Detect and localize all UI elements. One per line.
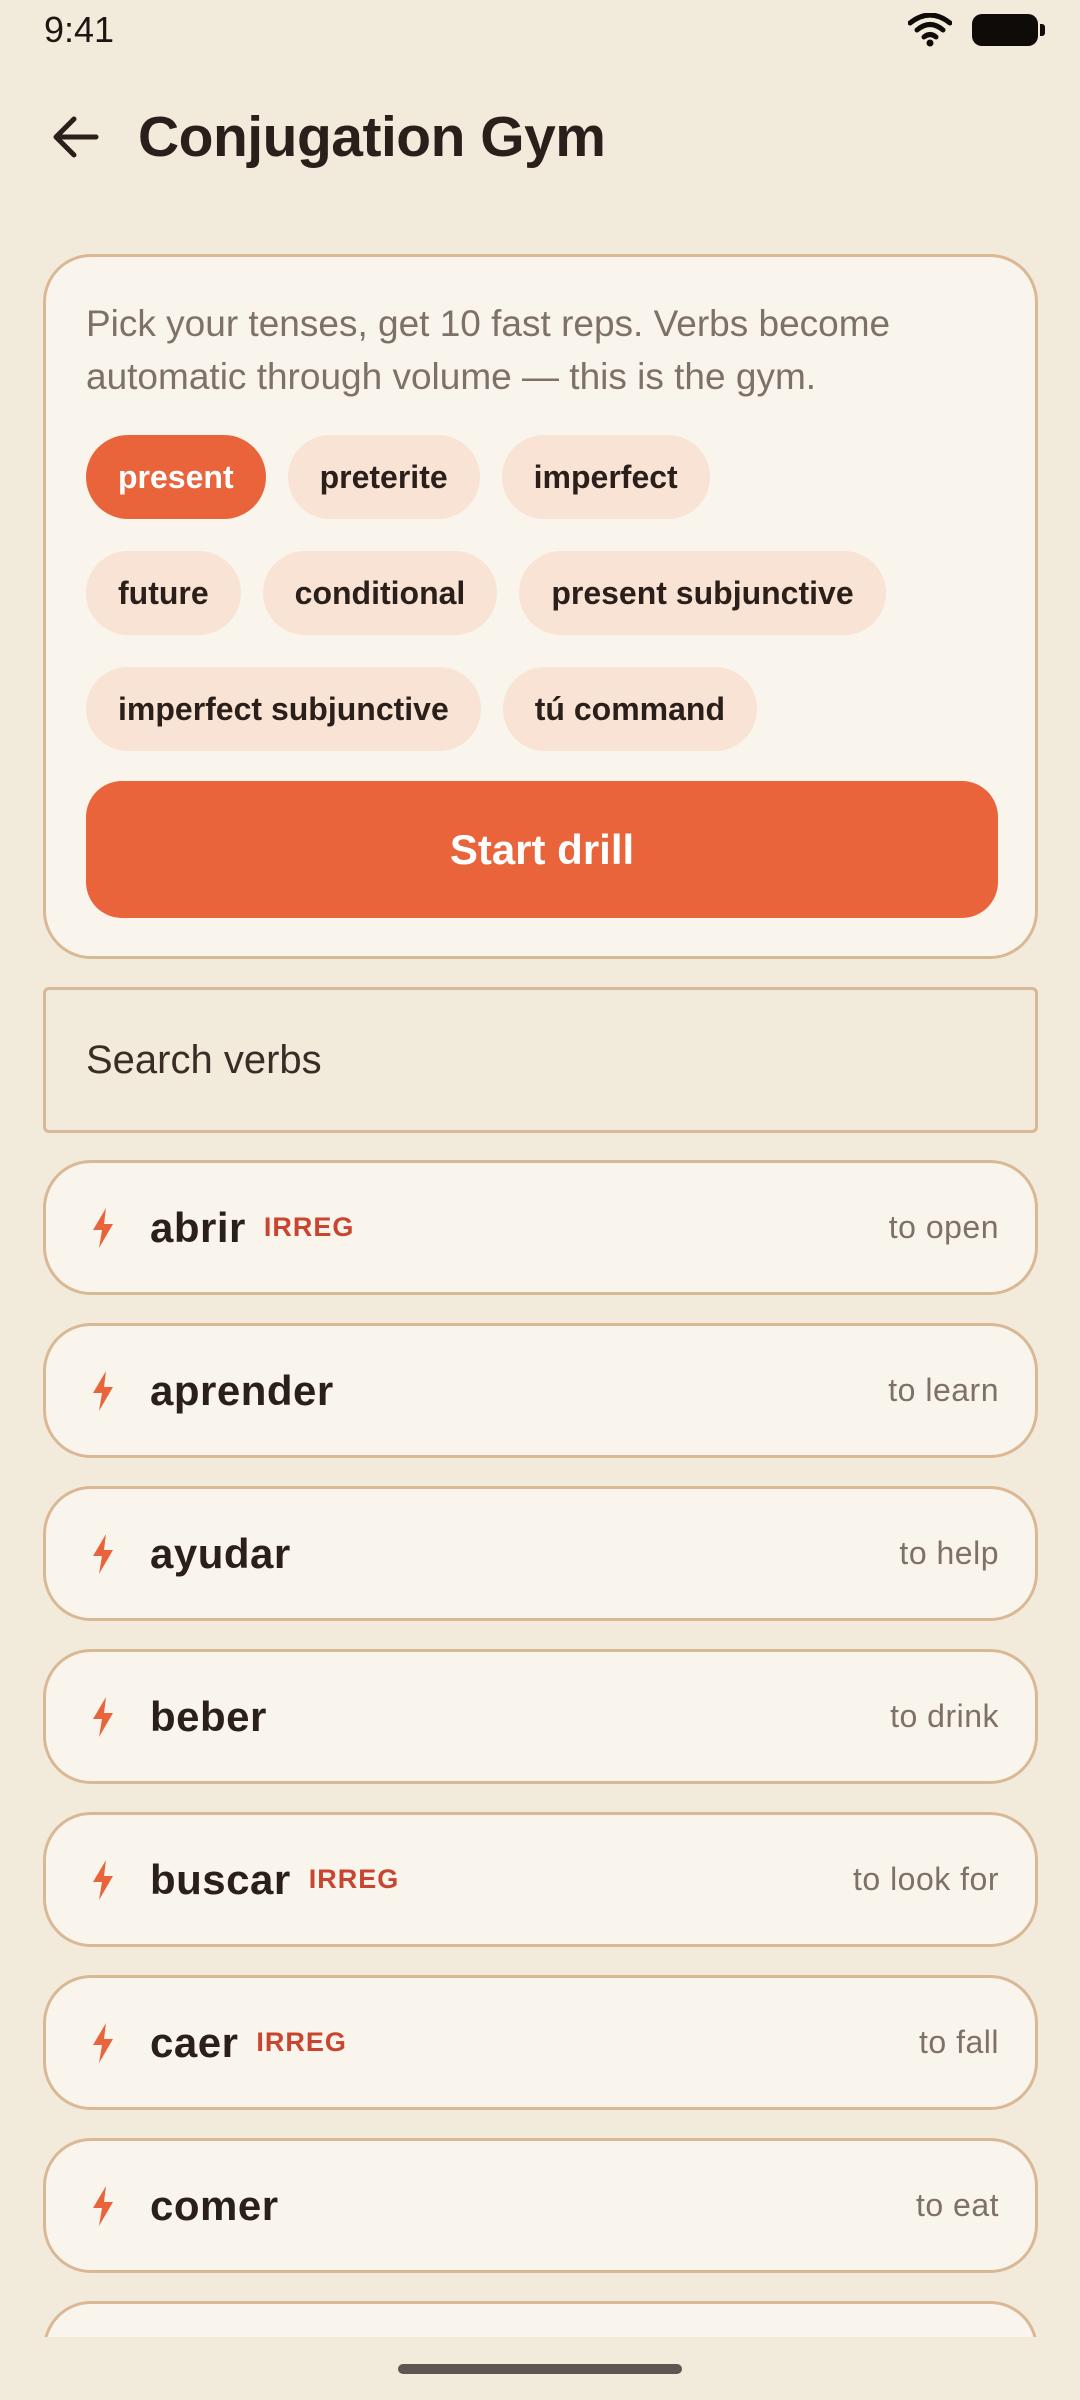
verb-name: aprender xyxy=(150,1366,334,1414)
verb-name: beber xyxy=(150,1692,267,1740)
verb-meaning: to eat xyxy=(915,2187,999,2223)
drill-setup-card: Pick your tenses, get 10 fast reps. Verb… xyxy=(43,254,1038,959)
verb-meaning: to look for xyxy=(852,1861,999,1897)
verb-row-buscar[interactable]: buscar IRREG to look for xyxy=(43,1812,1038,1947)
bolt-icon xyxy=(93,1533,113,1574)
bolt-icon xyxy=(93,1696,113,1737)
home-indicator[interactable] xyxy=(398,2364,682,2374)
verb-name: comer xyxy=(150,2181,279,2229)
bolt-icon xyxy=(93,1370,113,1411)
tense-chip-row: imperfect subjunctive tú command xyxy=(86,667,757,751)
back-button[interactable] xyxy=(48,109,104,165)
verb-row-comer[interactable]: comer to eat xyxy=(43,2138,1038,2273)
status-bar: 9:41 xyxy=(0,0,1080,60)
tense-chip-future[interactable]: future xyxy=(86,551,241,635)
search-input[interactable] xyxy=(86,1037,986,1083)
tense-chip-imperfect[interactable]: imperfect xyxy=(501,435,710,519)
verb-row-ayudar[interactable]: ayudar to help xyxy=(43,1486,1038,1621)
verb-row-caer[interactable]: caer IRREG to fall xyxy=(43,1975,1038,2110)
start-drill-button[interactable]: Start drill xyxy=(86,781,998,918)
verb-name: caer xyxy=(150,2018,239,2066)
app-screen: 9:41 Conjugation Gym Pick your tenses, g… xyxy=(0,0,1080,2400)
tense-chip-present[interactable]: present xyxy=(86,435,266,519)
verb-name: abrir xyxy=(150,1203,246,1251)
status-icons xyxy=(908,13,1045,47)
app-bar: Conjugation Gym xyxy=(0,82,1080,192)
tense-chip-row: present preterite imperfect xyxy=(86,435,710,519)
search-field[interactable] xyxy=(43,987,1038,1133)
tense-chip-conditional[interactable]: conditional xyxy=(262,551,498,635)
tense-chip-tu-command[interactable]: tú command xyxy=(502,667,757,751)
drill-description: Pick your tenses, get 10 fast reps. Verb… xyxy=(86,303,891,397)
verb-list: abrir IRREG to open aprender to learn ay… xyxy=(43,1160,1038,2337)
bolt-icon xyxy=(93,2022,113,2063)
verb-row-partial[interactable] xyxy=(43,2301,1038,2337)
verb-name: buscar xyxy=(150,1855,291,1903)
page-title: Conjugation Gym xyxy=(138,105,606,169)
verb-meaning: to fall xyxy=(919,2024,999,2060)
battery-icon xyxy=(972,14,1045,46)
verb-meaning: to drink xyxy=(890,1698,999,1734)
tense-chip-preterite[interactable]: preterite xyxy=(287,435,480,519)
verb-row-beber[interactable]: beber to drink xyxy=(43,1649,1038,1784)
verb-name: ayudar xyxy=(150,1529,291,1577)
wifi-icon xyxy=(908,13,952,47)
verb-meaning: to learn xyxy=(888,1372,999,1408)
status-time: 9:41 xyxy=(44,9,115,50)
tense-chip-imperfect-subjunctive[interactable]: imperfect subjunctive xyxy=(86,667,481,751)
back-arrow-icon xyxy=(53,116,99,158)
irregular-badge: IRREG xyxy=(308,1864,400,1894)
bolt-icon xyxy=(93,2185,113,2226)
irregular-badge: IRREG xyxy=(256,2027,347,2057)
bolt-icon xyxy=(93,1859,113,1900)
verb-row-aprender[interactable]: aprender to learn xyxy=(43,1323,1038,1458)
bolt-icon xyxy=(93,1207,113,1248)
irregular-badge: IRREG xyxy=(263,1212,355,1242)
verb-meaning: to open xyxy=(888,1209,999,1245)
tense-chip-row: future conditional present subjunctive xyxy=(86,551,886,635)
verb-row-abrir[interactable]: abrir IRREG to open xyxy=(43,1160,1038,1295)
tense-chip-present-subjunctive[interactable]: present subjunctive xyxy=(519,551,886,635)
verb-meaning: to help xyxy=(899,1535,999,1571)
